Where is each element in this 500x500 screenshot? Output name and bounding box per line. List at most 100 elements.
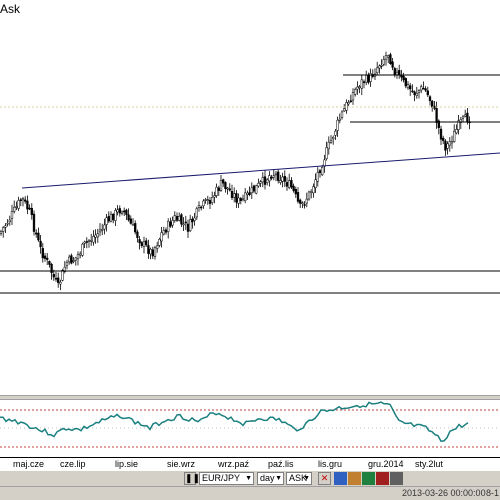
candle-body [255, 185, 258, 194]
candle-body [167, 221, 170, 232]
candle-body [193, 217, 196, 221]
candle-body [94, 234, 97, 238]
candle-body [389, 54, 392, 64]
time-tick-label: gru.2014 [368, 459, 404, 469]
candle-body [39, 240, 42, 248]
candle-body [404, 78, 407, 87]
candle-body [325, 147, 328, 159]
candle-body [195, 208, 198, 218]
candle-body [316, 172, 319, 182]
candle-body [257, 183, 260, 187]
candle-body [15, 206, 18, 208]
candle-body [138, 239, 141, 244]
candle-body [96, 233, 99, 238]
candle-body [204, 199, 207, 201]
chart-title: Ask [0, 2, 21, 16]
candle-body [48, 261, 51, 265]
candle-body [329, 139, 333, 143]
candle-body [197, 204, 201, 208]
indicator-icon[interactable] [348, 472, 361, 485]
candle-body [299, 199, 302, 204]
candle-body [136, 231, 139, 238]
candle-body [118, 208, 121, 214]
candle-body [6, 222, 9, 225]
price-chart[interactable] [0, 18, 500, 395]
candle-body [345, 102, 348, 111]
candle-body [384, 55, 388, 60]
pause-button[interactable]: ❚❚ [184, 472, 200, 485]
price-type-select[interactable]: ASK ▼ [286, 472, 312, 485]
period-select[interactable]: day ▼ [257, 472, 284, 485]
candle-body [180, 214, 183, 225]
candle-body [455, 129, 458, 134]
candle-body [41, 248, 44, 259]
candle-body [310, 191, 313, 193]
candle-body [224, 182, 227, 189]
candle-body [57, 277, 60, 283]
candle-body [285, 182, 289, 187]
candle-body [365, 74, 368, 83]
candle-body [362, 81, 366, 84]
candle-body [314, 179, 317, 188]
candle-body [272, 175, 275, 178]
candle-body [90, 240, 93, 242]
settings-icon[interactable] [390, 472, 403, 485]
candle-body [79, 253, 82, 256]
candle-body [453, 130, 456, 142]
candle-body [327, 141, 330, 150]
close-icon[interactable]: ✕ [318, 472, 331, 485]
time-tick-label: sie.wrz [167, 459, 196, 469]
candle-body [145, 240, 148, 246]
candle-body [334, 130, 337, 136]
candle-body [202, 200, 205, 207]
candle-body [347, 102, 350, 105]
candle-body [189, 219, 192, 231]
candle-body [354, 89, 357, 95]
candle-body [461, 116, 465, 119]
candle-body [158, 239, 161, 246]
candle-body [301, 202, 304, 204]
candle-body [184, 221, 187, 224]
candle-body [237, 197, 240, 204]
zoom-icon[interactable] [376, 472, 389, 485]
indicator-chart[interactable] [0, 400, 500, 457]
candle-body [65, 262, 69, 266]
candle-body [129, 218, 132, 224]
candle-body [43, 255, 47, 259]
draw-tools-icon[interactable] [362, 472, 375, 485]
candle-body [351, 92, 355, 101]
candle-body [178, 215, 181, 221]
candle-body [85, 241, 88, 243]
candle-body [439, 128, 443, 140]
candle-body [417, 90, 421, 93]
time-tick-label: sty.2lut [415, 459, 443, 469]
candle-body [32, 213, 36, 232]
candle-body [156, 245, 159, 249]
candle-body [398, 70, 401, 76]
candle-body [131, 224, 135, 226]
candle-body [268, 175, 271, 182]
candle-body [252, 185, 256, 192]
symbol-select[interactable]: EUR/JPY ▼ [199, 472, 254, 485]
candle-body [241, 198, 245, 201]
candle-body [52, 274, 55, 278]
candle-body [435, 108, 438, 123]
candle-body [336, 119, 339, 131]
time-tick-label: wrz.paź [218, 459, 250, 469]
candle-body [413, 91, 416, 96]
candle-body [415, 93, 418, 96]
candle-body [186, 223, 190, 232]
candle-body [222, 179, 225, 184]
candle-body [116, 209, 119, 213]
candle-body [2, 227, 5, 232]
candle-body [360, 79, 363, 89]
candle-body [24, 199, 27, 202]
candle-body [376, 67, 379, 74]
candle-body [37, 232, 40, 241]
candle-body [70, 255, 73, 264]
candle-body [431, 100, 434, 108]
bar-chart-icon[interactable] [334, 472, 347, 485]
candle-body [169, 221, 172, 227]
candle-body [274, 173, 278, 176]
candle-body [248, 192, 251, 195]
